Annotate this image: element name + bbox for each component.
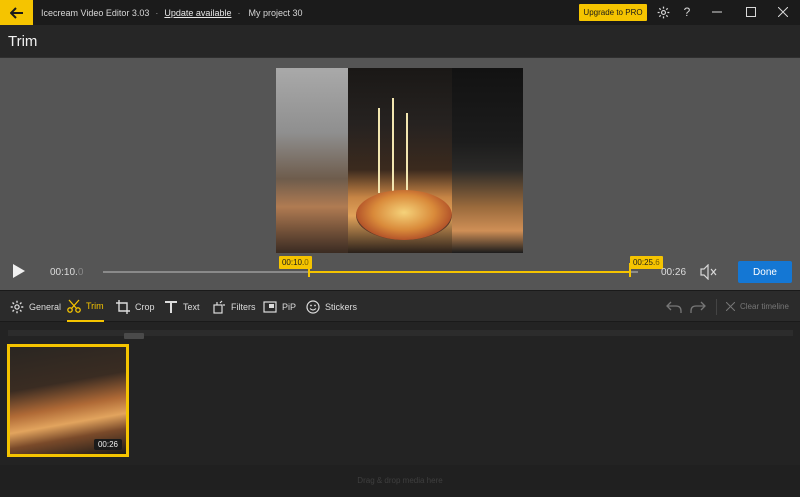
toolbar-divider bbox=[716, 299, 717, 315]
pip-icon bbox=[263, 300, 277, 313]
redo-icon bbox=[690, 301, 706, 313]
clip-duration: 00:26 bbox=[93, 439, 122, 450]
tab-crop[interactable]: Crop bbox=[116, 291, 155, 322]
tab-stickers[interactable]: Stickers bbox=[306, 291, 357, 322]
upgrade-to-pro-button[interactable]: Upgrade to PRO bbox=[579, 4, 647, 21]
trim-start-label: 00:10. 0 bbox=[278, 256, 312, 269]
scissors-icon bbox=[67, 299, 81, 313]
tab-text[interactable]: Text bbox=[164, 291, 200, 322]
trim-start-handle[interactable]: 00:10. 0 bbox=[278, 256, 312, 277]
settings-button[interactable] bbox=[655, 4, 671, 20]
maximize-button[interactable] bbox=[743, 4, 759, 20]
duration: 00:26 bbox=[661, 267, 687, 278]
redo-button[interactable] bbox=[690, 299, 706, 315]
tab-filters-label: Filters bbox=[231, 301, 256, 312]
close-icon bbox=[726, 302, 735, 311]
page-title: Trim bbox=[8, 33, 38, 50]
tab-general-label: General bbox=[29, 301, 62, 312]
timeline-ruler[interactable] bbox=[8, 330, 793, 339]
video-preview-right-pane bbox=[452, 68, 523, 253]
current-time: 00:10.0 bbox=[50, 267, 84, 278]
title-separator: · bbox=[237, 7, 241, 18]
play-icon bbox=[13, 264, 25, 278]
minimize-icon bbox=[712, 11, 722, 13]
timeline: 00:26 Drag & drop media here bbox=[0, 322, 800, 497]
drop-hint: Drag & drop media here bbox=[357, 476, 443, 485]
clip-thumbnail bbox=[10, 347, 126, 454]
project-name: My project 30 bbox=[248, 7, 303, 18]
done-button[interactable]: Done bbox=[738, 261, 792, 283]
trim-end-label: 00:25. 6 bbox=[629, 256, 663, 269]
gear-icon bbox=[657, 6, 669, 18]
trim-selection bbox=[308, 271, 630, 273]
close-icon bbox=[778, 7, 788, 17]
tab-crop-label: Crop bbox=[135, 301, 155, 312]
help-icon: ? bbox=[683, 5, 691, 19]
tab-trim[interactable]: Trim bbox=[67, 291, 104, 322]
trim-end-handle[interactable]: 00:25. 6 bbox=[628, 256, 663, 277]
app-name: Icecream Video Editor 3.03 bbox=[41, 7, 150, 18]
tab-general[interactable]: General bbox=[10, 291, 61, 322]
page-header: Trim bbox=[0, 25, 800, 58]
timeline-clip[interactable]: 00:26 bbox=[7, 344, 129, 457]
tab-pip-label: PiP bbox=[282, 301, 297, 312]
title-separator: · bbox=[155, 7, 159, 18]
speaker-muted-icon bbox=[700, 263, 717, 281]
sticker-icon bbox=[306, 299, 320, 314]
close-button[interactable] bbox=[775, 4, 791, 20]
gear-icon bbox=[10, 300, 24, 313]
play-button[interactable] bbox=[12, 263, 28, 281]
tab-trim-label: Trim bbox=[86, 300, 104, 311]
arrow-left-icon bbox=[9, 6, 23, 19]
timeline-scroll-thumb[interactable] bbox=[124, 333, 144, 339]
back-button[interactable] bbox=[0, 0, 33, 25]
minimize-button[interactable] bbox=[709, 4, 725, 20]
tab-pip[interactable]: PiP bbox=[263, 291, 296, 322]
pizza-image bbox=[356, 190, 452, 240]
crop-icon bbox=[116, 299, 130, 314]
mute-button[interactable] bbox=[700, 263, 718, 281]
tab-filters[interactable]: Filters bbox=[212, 291, 256, 322]
undo-button[interactable] bbox=[666, 299, 682, 315]
clear-timeline-label: Clear timeline bbox=[740, 302, 789, 311]
filters-icon bbox=[213, 300, 225, 314]
undo-icon bbox=[666, 301, 682, 313]
player-controls: 00:10.0 00:10. 0 00:25. 6 00:26 Done bbox=[0, 255, 800, 290]
help-button[interactable]: ? bbox=[679, 4, 695, 20]
video-preview-left-pane bbox=[276, 68, 348, 253]
clear-timeline-button[interactable]: Clear timeline bbox=[726, 291, 789, 322]
edit-toolbar: General Trim Crop Text Filters PiP Stick… bbox=[0, 290, 800, 322]
tab-stickers-label: Stickers bbox=[325, 301, 358, 312]
update-available-link[interactable]: Update available bbox=[164, 8, 231, 18]
video-preview[interactable] bbox=[276, 68, 523, 253]
tab-text-label: Text bbox=[183, 301, 200, 312]
text-icon bbox=[165, 300, 177, 313]
maximize-icon bbox=[746, 7, 756, 17]
